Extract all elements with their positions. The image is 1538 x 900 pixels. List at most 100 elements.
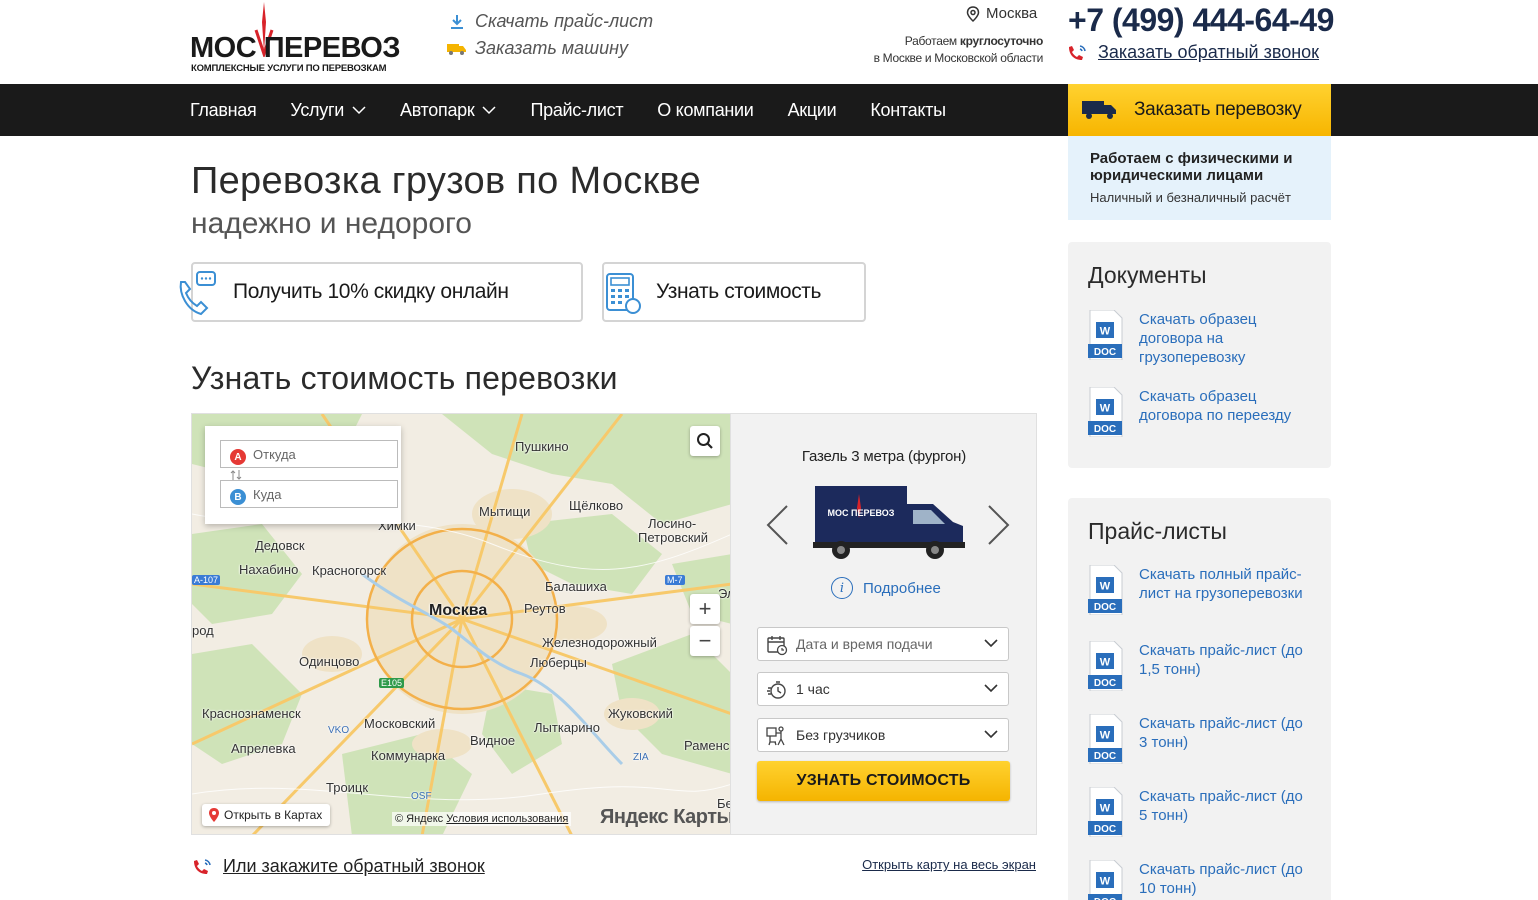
- calculate-price-button[interactable]: УЗНАТЬ СТОИМОСТЬ: [757, 761, 1010, 801]
- chevron-down-icon: [352, 106, 366, 115]
- terms-link[interactable]: Условия использования: [446, 813, 568, 825]
- get-price-button[interactable]: Узнать стоимость: [602, 262, 866, 322]
- map-label-balashikha: Балашиха: [545, 579, 607, 594]
- map-label-losino: Лосино-: [648, 516, 697, 531]
- doc-icon-ext: DOC: [1094, 824, 1116, 835]
- route-map[interactable]: Пушкино Мытищи Щёлково Лосино- Петровски…: [191, 413, 731, 835]
- chevron-down-icon: [984, 684, 998, 693]
- phone-ring-icon: [1069, 44, 1086, 60]
- nav-label: Автопарк: [399, 99, 475, 120]
- word-doc-icon: W DOC: [1088, 787, 1123, 837]
- zoom-in-button[interactable]: +: [690, 594, 720, 624]
- work-hours-bold: круглосуточно: [959, 34, 1043, 48]
- price-calculator: Газель 3 метра (фургон) МОС ПЕРЕВОЗ i По…: [731, 413, 1037, 835]
- nav-item-promos[interactable]: Акции: [788, 100, 837, 121]
- logo-text: МОС ПЕРЕВОЗ: [190, 32, 401, 64]
- map-label-lyubertsy: Люберцы: [530, 655, 587, 670]
- work-region: в Москве и Московской области: [873, 51, 1044, 65]
- road-badge-m7: M-7: [665, 575, 685, 585]
- order-transport-button[interactable]: Заказать перевозку: [1068, 84, 1331, 136]
- download-icon: [447, 14, 467, 30]
- download-price-link[interactable]: Скачать прайс-лист: [447, 8, 653, 35]
- calendar-icon: [767, 636, 788, 656]
- city-name: Москва: [986, 5, 1038, 22]
- vehicle-details-label: Подробнее: [863, 579, 941, 597]
- nav-item-price[interactable]: Прайс-лист: [530, 100, 623, 121]
- order-car-link[interactable]: Заказать машину: [447, 35, 653, 62]
- nav-item-about[interactable]: О компании: [657, 99, 754, 121]
- vehicle-name: Газель 3 метра (фургон): [801, 448, 967, 465]
- prev-vehicle-arrow-icon[interactable]: [765, 504, 789, 546]
- fullscreen-map-link[interactable]: Открыть карту на весь экран: [862, 857, 1036, 872]
- nav-item-home[interactable]: Главная: [190, 100, 257, 121]
- from-input[interactable]: A Откуда: [220, 440, 398, 468]
- vehicle-details-link[interactable]: i Подробнее: [831, 577, 941, 599]
- map-label-pushkino: Пушкино: [515, 439, 569, 454]
- map-label-moscow: Москва: [429, 602, 488, 619]
- site-header: МОС ПЕРЕВОЗ КОМПЛЕКСНЫЕ УСЛУГИ ПО ПЕРЕВО…: [0, 0, 1538, 84]
- city-selector[interactable]: Москва: [966, 5, 1037, 22]
- price-lists-panel: Прайс-листы W DOC Скачать полный прайс-ли…: [1068, 498, 1331, 900]
- doc-icon-letter: W: [1100, 581, 1111, 593]
- route-form: A Откуда B Куда: [205, 426, 401, 524]
- site-logo[interactable]: МОС ПЕРЕВОЗ КОМПЛЕКСНЫЕ УСЛУГИ ПО ПЕРЕВО…: [190, 2, 415, 74]
- bottom-callback-link[interactable]: Или закажите обратный звонок: [191, 856, 485, 877]
- point-a-marker: A: [230, 449, 246, 465]
- map-search-button[interactable]: [690, 426, 720, 456]
- nav-item-contacts[interactable]: Контакты: [870, 100, 946, 121]
- map-label-dedovsk: Дедовск: [255, 538, 305, 553]
- word-doc-icon: W DOC: [1088, 565, 1123, 615]
- nav-label: О компании: [657, 99, 754, 120]
- calculator-icon: [606, 273, 641, 314]
- nav-item-fleet[interactable]: Автопарк: [400, 100, 496, 121]
- open-in-maps-button[interactable]: Открыть в Картах: [202, 804, 331, 826]
- map-label-lytkarino: Лыткарино: [534, 720, 600, 735]
- map-label-vidnoe: Видное: [470, 733, 516, 748]
- header-links: Скачать прайс-лист Заказать машину: [447, 8, 653, 62]
- search-icon: [697, 433, 713, 449]
- road-badge-a107: A-107: [192, 575, 221, 585]
- to-placeholder: Куда: [253, 486, 282, 502]
- nav-item-services[interactable]: Услуги: [290, 100, 366, 121]
- duration-select[interactable]: 1 час: [757, 672, 1009, 706]
- to-input[interactable]: B Куда: [220, 480, 398, 508]
- price-list-label: Скачать прайс-лист (до 1,5 тонн): [1139, 642, 1303, 678]
- map-label-zia: ZIA: [633, 752, 649, 763]
- phone-number[interactable]: +7 (499) 444-64-49: [1068, 2, 1334, 39]
- next-vehicle-arrow-icon[interactable]: [987, 504, 1011, 546]
- loaders-select[interactable]: Без грузчиков: [757, 718, 1009, 752]
- document-label: Скачать образец договора по переезду: [1139, 388, 1292, 424]
- logo-tagline: КОМПЛЕКСНЫЕ УСЛУГИ ПО ПЕРЕВОЗКАМ: [191, 63, 387, 74]
- callback-link[interactable]: Заказать обратный звонок: [1066, 42, 1319, 63]
- point-b-marker: B: [230, 489, 246, 505]
- open-in-maps-label: Открыть в Картах: [224, 808, 323, 822]
- documents-title: Документы: [1088, 262, 1207, 288]
- map-copyright: © Яндекс Условия использования: [392, 812, 572, 826]
- chevron-down-icon: [984, 639, 998, 648]
- datetime-select[interactable]: Дата и время подачи: [757, 627, 1009, 661]
- road-badge-e105: E105: [379, 678, 405, 688]
- map-label-troitsk: Троицк: [326, 780, 369, 795]
- truck-logo-text: МОС ПЕРЕВОЗ: [828, 508, 895, 518]
- download-price-label: Скачать прайс-лист: [475, 11, 654, 31]
- chevron-down-icon: [482, 106, 496, 115]
- truck-icon: [447, 41, 467, 57]
- yandex-maps-logo[interactable]: Яндекс Карты: [600, 806, 730, 829]
- doc-icon-letter: W: [1100, 730, 1111, 742]
- discount-button[interactable]: Получить 10% скидку онлайн: [179, 262, 583, 322]
- zoom-out-button[interactable]: −: [690, 626, 720, 656]
- price-list-label: Скачать прайс-лист (до 10 тонн): [1139, 861, 1303, 897]
- nav-label: Прайс-лист: [530, 99, 624, 120]
- map-label-krasnoznamensk: Краснознаменск: [202, 706, 301, 721]
- work-hours-prefix: Работаем: [904, 34, 960, 48]
- map-pin-icon: [209, 808, 219, 822]
- from-placeholder: Откуда: [253, 446, 296, 462]
- legal-text: Наличный и безналичный расчёт: [1090, 190, 1291, 205]
- section-title: Узнать стоимость перевозки: [191, 360, 618, 396]
- doc-icon-ext: DOC: [1094, 751, 1116, 762]
- price-list-label: Скачать прайс-лист (до 3 тонн): [1139, 715, 1303, 751]
- map-label-nakhabino: Нахабино: [239, 562, 299, 577]
- map-label-mytishchi: Мытищи: [479, 504, 531, 519]
- map-label-shchelkovo: Щёлково: [569, 498, 624, 513]
- map-label-zheleznodorozhny: Железнодорожный: [542, 635, 657, 650]
